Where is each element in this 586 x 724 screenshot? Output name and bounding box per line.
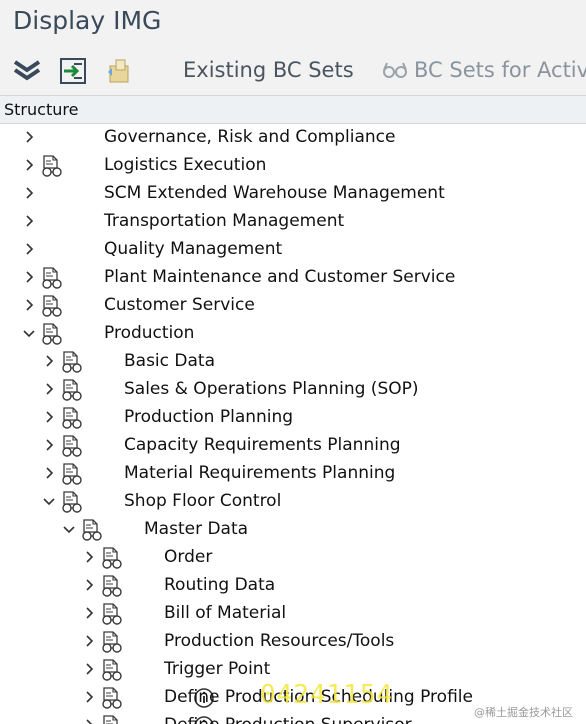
existing-bc-sets-button[interactable]: Existing BC Sets [183,58,354,82]
chevron-down-icon[interactable] [40,492,58,510]
tree-row[interactable]: Order [0,544,586,572]
chevron-right-icon[interactable] [80,548,98,566]
tree-row-label[interactable]: Capacity Requirements Planning [124,435,401,455]
documentation-icon[interactable] [80,518,104,542]
tree-row[interactable]: Routing Data [0,572,586,600]
documentation-icon[interactable] [100,658,124,682]
structure-header-label: Structure [4,100,79,119]
chevron-right-icon[interactable] [40,352,58,370]
tree-row[interactable]: Production Resources/Tools [0,628,586,656]
tree-row-label[interactable]: Customer Service [104,295,255,315]
window-title: Display IMG [13,6,162,35]
tree-row-label[interactable]: Logistics Execution [104,155,266,175]
documentation-icon[interactable] [100,630,124,654]
chevron-right-icon[interactable] [20,128,38,146]
chevron-right-icon[interactable] [20,268,38,286]
tree-row-label[interactable]: Order [164,547,212,567]
structure-column-header: Structure [0,96,586,124]
tree-row[interactable]: Quality Management [0,236,586,264]
documentation-icon[interactable] [60,350,84,374]
chevron-right-icon[interactable] [20,156,38,174]
tree-row-label[interactable]: Define Production Supervisor [164,715,412,724]
chevron-right-icon[interactable] [40,380,58,398]
tree-row[interactable]: SCM Extended Warehouse Management [0,180,586,208]
chevron-right-icon[interactable] [20,240,38,258]
tree-row[interactable]: Trigger Point [0,656,586,684]
tree-row-label[interactable]: Shop Floor Control [124,491,281,511]
documentation-icon[interactable] [60,490,84,514]
tree-row-label[interactable]: Sales & Operations Planning (SOP) [124,379,419,399]
chevron-down-icon[interactable] [20,324,38,342]
tree-row-label[interactable]: Material Requirements Planning [124,463,395,483]
tree-row[interactable]: Production Planning [0,404,586,432]
tree-row-label[interactable]: SCM Extended Warehouse Management [104,183,445,203]
structure-tree: Governance, Risk and Compliance Logistics… [0,124,586,724]
documentation-icon[interactable] [40,266,64,290]
documentation-icon[interactable] [40,294,64,318]
documentation-icon[interactable] [100,574,124,598]
chevron-down-icon[interactable] [60,520,78,538]
glasses-icon [382,58,408,84]
tree-row[interactable]: Material Requirements Planning [0,460,586,488]
tree-row-label[interactable]: Define Production Scheduling Profile [164,687,473,707]
documentation-icon[interactable] [100,602,124,626]
chevron-right-icon[interactable] [80,632,98,650]
tree-row[interactable]: Governance, Risk and Compliance [0,124,586,152]
documentation-icon[interactable] [60,406,84,430]
tree-row-label[interactable]: Production Resources/Tools [164,631,394,651]
tree-row-label[interactable]: Routing Data [164,575,275,595]
tree-row[interactable]: Logistics Execution [0,152,586,180]
title-bar: Display IMG [0,0,586,44]
tree-row-label[interactable]: Basic Data [124,351,215,371]
documentation-icon[interactable] [40,322,64,346]
tree-row-label[interactable]: Transportation Management [104,211,344,231]
toolbar: Existing BC Sets BC Sets for Activit [0,44,586,96]
tree-row[interactable]: Sales & Operations Planning (SOP) [0,376,586,404]
tree-row[interactable]: Plant Maintenance and Customer Service [0,264,586,292]
tree-row-label[interactable]: Production [104,323,194,343]
tree-row-label[interactable]: Plant Maintenance and Customer Service [104,267,455,287]
documentation-icon[interactable] [100,714,124,724]
tree-row[interactable]: Transportation Management [0,208,586,236]
tree-row[interactable]: Basic Data [0,348,586,376]
transport-icon[interactable] [104,56,134,86]
tree-row[interactable]: Bill of Material [0,600,586,628]
tree-row-label[interactable]: Governance, Risk and Compliance [104,127,395,147]
chevron-right-icon[interactable] [80,576,98,594]
bc-sets-for-activity-button[interactable]: BC Sets for Activit [414,58,586,82]
chevron-right-icon[interactable] [40,436,58,454]
documentation-icon[interactable] [100,686,124,710]
chevron-right-icon[interactable] [80,604,98,622]
chevron-right-icon[interactable] [20,212,38,230]
tree-row[interactable]: Shop Floor Control [0,488,586,516]
chevron-right-icon[interactable] [80,716,98,724]
tree-row[interactable]: Production [0,320,586,348]
chevron-right-icon[interactable] [40,464,58,482]
tree-row[interactable]: Customer Service [0,292,586,320]
tree-row-label[interactable]: Quality Management [104,239,282,259]
tree-row-label[interactable]: Master Data [144,519,248,539]
collapse-all-icon[interactable] [12,56,42,86]
tree-row-label[interactable]: Bill of Material [164,603,286,623]
documentation-icon[interactable] [60,378,84,402]
tree-row[interactable]: Master Data [0,516,586,544]
tree-row-label[interactable]: Production Planning [124,407,293,427]
documentation-icon[interactable] [40,154,64,178]
chevron-right-icon[interactable] [80,688,98,706]
documentation-icon[interactable] [100,546,124,570]
tree-row-label[interactable]: Trigger Point [164,659,270,679]
chevron-right-icon[interactable] [80,660,98,678]
documentation-icon[interactable] [60,434,84,458]
site-credit: @稀土掘金技术社区 [474,706,573,719]
chevron-right-icon[interactable] [40,408,58,426]
execute-icon[interactable] [58,56,88,86]
tree-row[interactable]: Capacity Requirements Planning [0,432,586,460]
documentation-icon[interactable] [60,462,84,486]
chevron-right-icon[interactable] [20,184,38,202]
chevron-right-icon[interactable] [20,296,38,314]
